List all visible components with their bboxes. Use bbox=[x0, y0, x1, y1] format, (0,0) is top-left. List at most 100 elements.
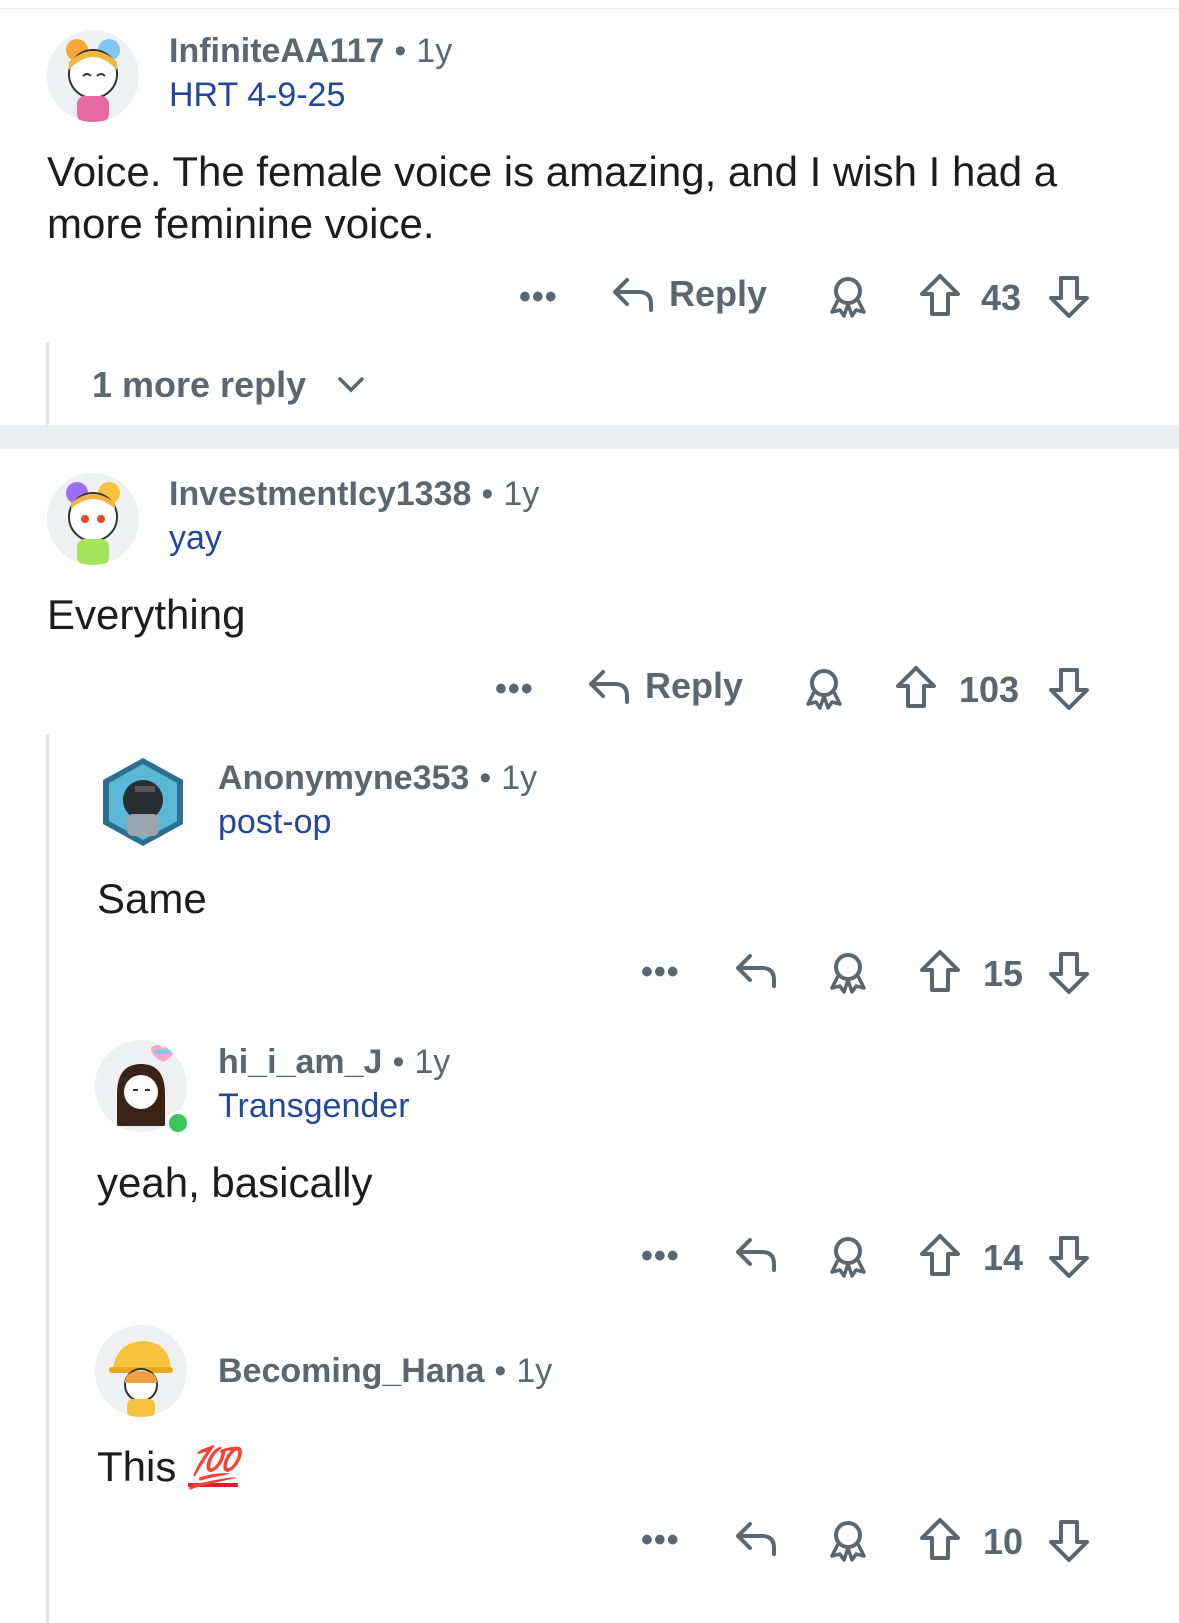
reply-arrow-icon bbox=[589, 670, 629, 704]
more-replies-label: 1 more reply bbox=[92, 364, 307, 405]
comment-author-meta: Becoming_Hana • 1y bbox=[218, 1352, 552, 1391]
hundred-points-emoji: 💯 bbox=[188, 1446, 238, 1490]
reply-button[interactable] bbox=[734, 1232, 778, 1281]
comment-author-meta: Anonymyne353 • 1y bbox=[218, 759, 537, 798]
upvote-button[interactable] bbox=[918, 272, 962, 323]
reply-button[interactable]: Reply bbox=[611, 272, 767, 316]
ellipsis-icon: ••• bbox=[641, 1521, 680, 1559]
award-button[interactable] bbox=[826, 274, 870, 323]
top-divider bbox=[0, 8, 1179, 9]
downvote-button[interactable] bbox=[1047, 950, 1091, 1001]
reply-button[interactable] bbox=[734, 1516, 778, 1565]
overflow-menu-button[interactable]: ••• bbox=[519, 278, 558, 317]
award-icon bbox=[830, 1521, 866, 1562]
award-button[interactable] bbox=[826, 950, 870, 999]
user-flair: yay bbox=[169, 519, 222, 557]
comment-age: 1y bbox=[414, 1043, 451, 1081]
award-button[interactable] bbox=[802, 666, 846, 715]
reply-button[interactable] bbox=[734, 948, 778, 997]
downvote-arrow-icon bbox=[1049, 1520, 1089, 1562]
comment-body: Same bbox=[97, 875, 207, 922]
username[interactable]: InfiniteAA117 bbox=[169, 32, 384, 70]
comment-body: This 💯 bbox=[97, 1441, 238, 1494]
user-flair: post-op bbox=[218, 803, 332, 841]
upvote-button[interactable] bbox=[894, 664, 938, 715]
comment-body: Everything bbox=[47, 591, 246, 638]
award-button[interactable] bbox=[826, 1518, 870, 1567]
chevron-down-icon bbox=[338, 377, 364, 393]
comment-age: 1y bbox=[516, 1352, 553, 1390]
comment-body: yeah, basically bbox=[97, 1159, 373, 1206]
downvote-arrow-icon bbox=[1049, 276, 1089, 318]
downvote-button[interactable] bbox=[1047, 274, 1091, 325]
reply-arrow-icon bbox=[736, 954, 776, 988]
vote-score: 10 bbox=[983, 1521, 1024, 1562]
comment-author-meta: InfiniteAA117 • 1y bbox=[169, 32, 452, 71]
meta-dot: • bbox=[494, 1352, 507, 1390]
overflow-menu-button[interactable]: ••• bbox=[641, 1237, 680, 1276]
meta-dot: • bbox=[481, 475, 494, 513]
downvote-arrow-icon bbox=[1049, 668, 1089, 710]
upvote-arrow-icon bbox=[920, 950, 960, 992]
username[interactable]: Anonymyne353 bbox=[218, 759, 469, 797]
meta-dot: • bbox=[392, 1043, 405, 1081]
meta-dot: • bbox=[394, 32, 407, 70]
overflow-menu-button[interactable]: ••• bbox=[495, 670, 534, 709]
ellipsis-icon: ••• bbox=[641, 953, 680, 991]
user-flair: HRT 4-9-25 bbox=[169, 76, 346, 114]
overflow-menu-button[interactable]: ••• bbox=[641, 1521, 680, 1560]
thread-line[interactable] bbox=[46, 342, 49, 426]
user-flair: Transgender bbox=[218, 1087, 410, 1125]
award-icon bbox=[806, 669, 842, 710]
downvote-arrow-icon bbox=[1049, 952, 1089, 994]
thread-separator bbox=[0, 425, 1179, 449]
user-avatar[interactable] bbox=[95, 1325, 187, 1417]
user-avatar[interactable] bbox=[47, 30, 139, 122]
award-icon bbox=[830, 1237, 866, 1278]
downvote-button[interactable] bbox=[1047, 1234, 1091, 1285]
comment-age: 1y bbox=[501, 759, 538, 797]
username[interactable]: hi_i_am_J bbox=[218, 1043, 382, 1081]
reply-arrow-icon bbox=[736, 1238, 776, 1272]
upvote-arrow-icon bbox=[896, 666, 936, 708]
username[interactable]: Becoming_Hana bbox=[218, 1352, 484, 1390]
ellipsis-icon: ••• bbox=[495, 670, 534, 708]
reply-label: Reply bbox=[645, 665, 744, 706]
vote-score: 14 bbox=[983, 1237, 1024, 1278]
user-avatar[interactable] bbox=[47, 473, 139, 565]
user-avatar[interactable] bbox=[97, 756, 189, 848]
overflow-menu-button[interactable]: ••• bbox=[641, 953, 680, 992]
award-button[interactable] bbox=[826, 1234, 870, 1283]
meta-dot: • bbox=[479, 759, 492, 797]
username[interactable]: InvestmentIcy1338 bbox=[169, 475, 471, 513]
upvote-arrow-icon bbox=[920, 274, 960, 316]
upvote-button[interactable] bbox=[918, 1232, 962, 1283]
vote-score: 43 bbox=[981, 277, 1022, 318]
vote-score: 15 bbox=[983, 953, 1024, 994]
award-icon bbox=[830, 277, 866, 318]
reply-label: Reply bbox=[669, 273, 768, 314]
upvote-button[interactable] bbox=[918, 948, 962, 999]
comment-text: This bbox=[97, 1443, 177, 1490]
downvote-button[interactable] bbox=[1047, 1518, 1091, 1569]
ellipsis-icon: ••• bbox=[519, 278, 558, 316]
more-replies-button[interactable]: 1 more reply bbox=[92, 364, 366, 406]
upvote-arrow-icon bbox=[920, 1518, 960, 1560]
ellipsis-icon: ••• bbox=[641, 1237, 680, 1275]
comment-author-meta: InvestmentIcy1338 • 1y bbox=[169, 475, 539, 514]
upvote-arrow-icon bbox=[920, 1234, 960, 1276]
comment-body: Voice. The female voice is amazing, and … bbox=[47, 148, 1058, 247]
upvote-button[interactable] bbox=[918, 1516, 962, 1567]
reply-arrow-icon bbox=[613, 278, 653, 312]
comment-age: 1y bbox=[503, 475, 540, 513]
reply-arrow-icon bbox=[736, 1522, 776, 1556]
reply-button[interactable]: Reply bbox=[587, 664, 743, 708]
comment-age: 1y bbox=[416, 32, 453, 70]
online-status-indicator bbox=[166, 1111, 190, 1135]
downvote-arrow-icon bbox=[1049, 1236, 1089, 1278]
award-icon bbox=[830, 953, 866, 994]
thread-line[interactable] bbox=[46, 734, 49, 1623]
vote-score: 103 bbox=[959, 669, 1020, 710]
downvote-button[interactable] bbox=[1047, 666, 1091, 717]
comment-author-meta: hi_i_am_J • 1y bbox=[218, 1043, 450, 1082]
